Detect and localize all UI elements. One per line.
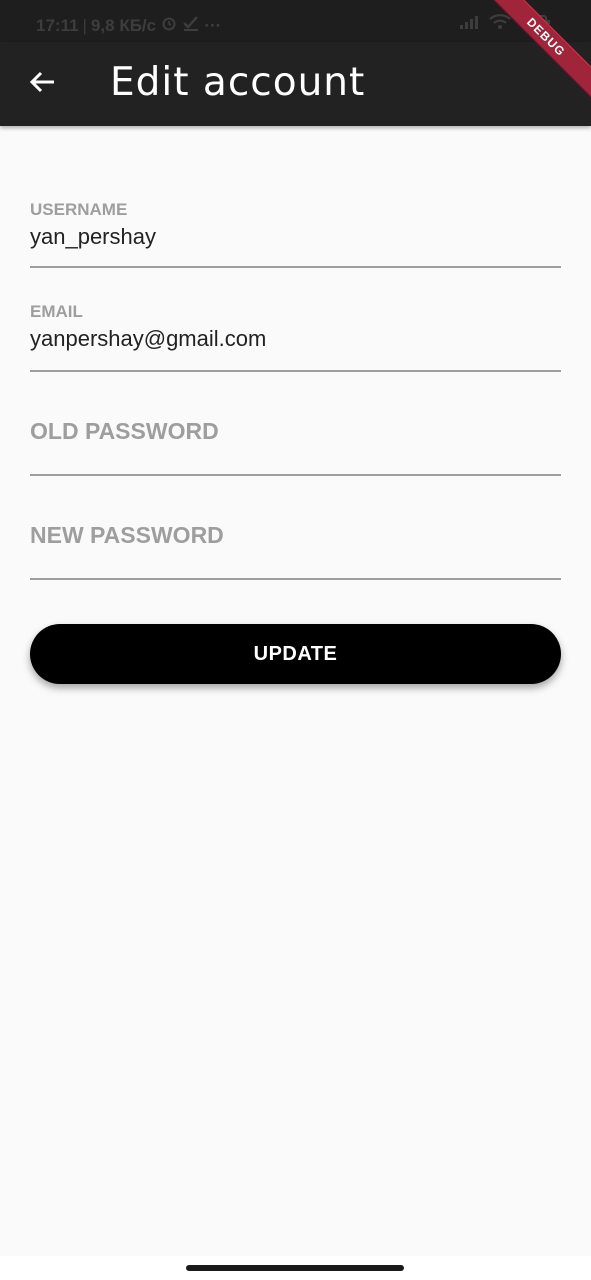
email-label: EMAIL — [30, 302, 83, 321]
status-network-speed: 9,8 КБ/с — [90, 16, 157, 35]
username-field[interactable]: USERNAME yan_pershay — [30, 186, 561, 268]
alarm-icon — [161, 15, 177, 36]
wifi-icon — [489, 14, 511, 35]
home-indicator[interactable] — [186, 1265, 404, 1271]
app-bar: Edit account — [0, 42, 591, 126]
update-button-label: UPDATE — [253, 642, 338, 665]
signal-icon — [459, 15, 479, 34]
new-password-placeholder: NEW PASSWORD — [30, 522, 224, 548]
system-nav-bar — [0, 1256, 591, 1280]
email-field[interactable]: EMAIL yanpershay@gmail.com — [30, 290, 561, 372]
update-button[interactable]: UPDATE — [30, 624, 561, 684]
status-separator: | — [82, 16, 87, 35]
status-time: 17:11 — [36, 16, 79, 35]
back-button[interactable] — [22, 64, 62, 104]
status-more: ··· — [204, 16, 222, 35]
username-label: USERNAME — [30, 200, 128, 219]
new-password-field[interactable]: NEW PASSWORD — [30, 498, 561, 580]
page-title: Edit account — [110, 60, 366, 105]
check-icon — [182, 15, 200, 36]
username-value: yan_pershay — [30, 224, 156, 249]
back-arrow-icon — [28, 70, 56, 99]
status-left: 17:11 | 9,8 КБ/с ··· — [36, 15, 221, 36]
email-value: yanpershay@gmail.com — [30, 326, 267, 351]
old-password-placeholder: OLD PASSWORD — [30, 418, 219, 444]
old-password-field[interactable]: OLD PASSWORD — [30, 394, 561, 476]
